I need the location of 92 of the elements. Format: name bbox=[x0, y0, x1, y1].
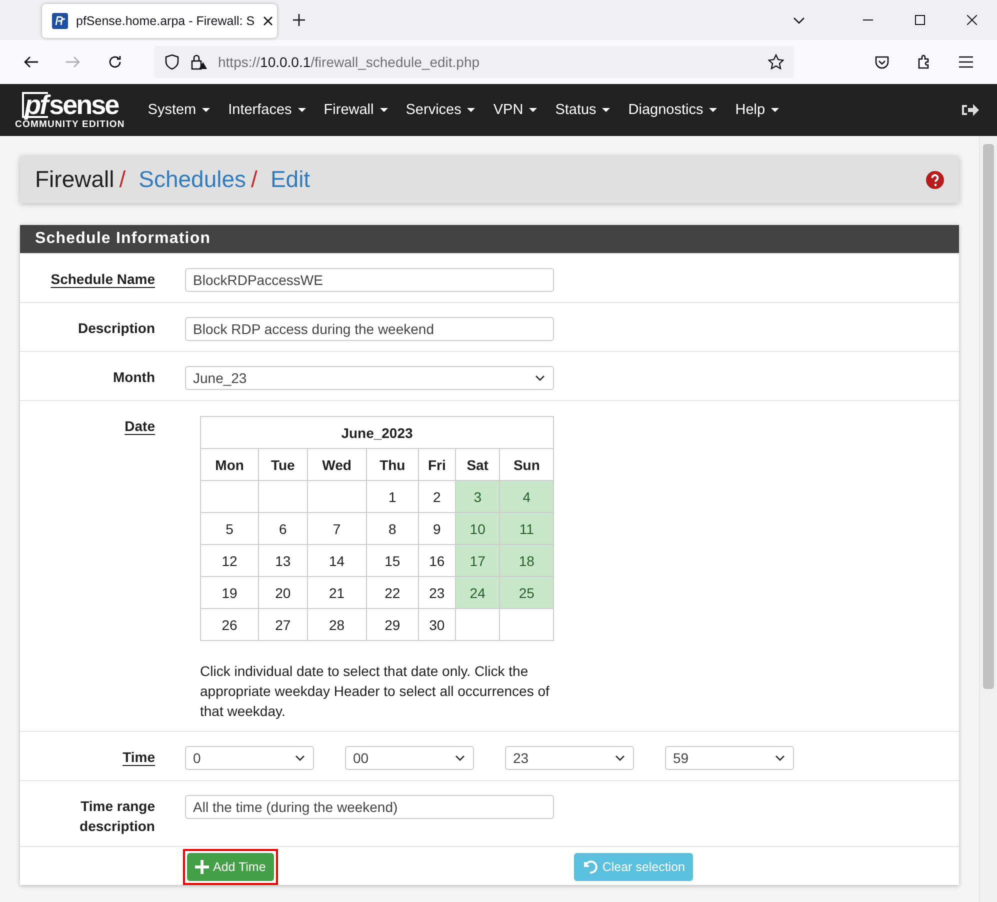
calendar-day[interactable]: 30 bbox=[418, 608, 456, 640]
calendar-day[interactable]: 23 bbox=[418, 576, 456, 608]
field-label: Date bbox=[124, 418, 155, 434]
select-field[interactable]: 23 bbox=[505, 746, 634, 770]
star-icon[interactable] bbox=[768, 54, 784, 70]
weekday-header[interactable]: Wed bbox=[307, 448, 366, 480]
nav-menu-item[interactable]: VPN bbox=[484, 102, 546, 118]
logo-subtitle: COMMUNITY EDITION bbox=[15, 119, 125, 130]
nav-menu-item[interactable]: System bbox=[138, 102, 220, 118]
shield-icon bbox=[164, 54, 180, 70]
help-icon[interactable] bbox=[926, 170, 944, 188]
lock-warning-icon bbox=[190, 54, 208, 70]
weekday-header[interactable]: Tue bbox=[258, 448, 308, 480]
calendar-day[interactable]: 25 bbox=[500, 576, 554, 608]
help-text: Click individual date to select that date only. Click the appropriate weekday Header to select all occurrences of that weekday. bbox=[200, 662, 550, 721]
calendar-day[interactable]: 16 bbox=[418, 544, 456, 576]
chevron-down-icon[interactable] bbox=[793, 16, 805, 24]
menu-icon[interactable] bbox=[959, 56, 973, 68]
calendar-day[interactable]: 18 bbox=[500, 544, 554, 576]
calendar-day[interactable]: 5 bbox=[200, 512, 259, 544]
calendar-title: June_2023 bbox=[200, 416, 554, 448]
breadcrumb-separator: / bbox=[119, 166, 126, 193]
undo-icon bbox=[582, 859, 598, 875]
calendar-day[interactable]: 15 bbox=[366, 544, 418, 576]
nav-menu-item[interactable]: Services bbox=[396, 102, 484, 118]
calendar-day[interactable]: 6 bbox=[258, 512, 308, 544]
pocket-icon[interactable] bbox=[874, 54, 890, 70]
select-field[interactable]: 0 bbox=[185, 746, 314, 770]
chevron-down-icon bbox=[295, 755, 305, 761]
nav-menu-item[interactable]: Firewall bbox=[314, 102, 397, 118]
calendar-day[interactable]: 9 bbox=[418, 512, 456, 544]
calendar-day[interactable]: 19 bbox=[200, 576, 259, 608]
calendar-day[interactable]: 21 bbox=[307, 576, 366, 608]
favicon-icon bbox=[52, 13, 68, 29]
plus-icon bbox=[195, 860, 209, 874]
nav-menu-item[interactable]: Interfaces bbox=[219, 102, 315, 118]
close-icon[interactable] bbox=[967, 15, 977, 25]
calendar-day[interactable]: 13 bbox=[258, 544, 308, 576]
calendar-day[interactable]: 26 bbox=[200, 608, 259, 640]
select-field[interactable]: 00 bbox=[345, 746, 474, 770]
field-label: Time bbox=[122, 749, 155, 765]
reload-icon[interactable] bbox=[107, 54, 123, 70]
calendar-day[interactable]: 7 bbox=[307, 512, 366, 544]
select-field[interactable]: June_23 bbox=[185, 366, 554, 390]
new-tab-icon[interactable] bbox=[293, 14, 305, 26]
text-field[interactable]: BlockRDPaccessWE bbox=[185, 268, 554, 292]
text-field[interactable]: Block RDP access during the weekend bbox=[185, 317, 554, 341]
calendar-day[interactable]: 28 bbox=[307, 608, 366, 640]
weekday-header[interactable]: Mon bbox=[200, 448, 259, 480]
field-label: Description bbox=[78, 320, 155, 336]
maximize-icon[interactable] bbox=[915, 15, 925, 25]
calendar-day[interactable]: 27 bbox=[258, 608, 308, 640]
field-label: Schedule Name bbox=[50, 271, 155, 287]
calendar-day[interactable]: 8 bbox=[366, 512, 418, 544]
calendar-day[interactable]: 1 bbox=[366, 480, 418, 512]
calendar-day[interactable]: 2 bbox=[418, 480, 456, 512]
select-field[interactable]: 59 bbox=[665, 746, 794, 770]
weekday-header[interactable]: Thu bbox=[366, 448, 418, 480]
breadcrumb-text: Firewall bbox=[35, 166, 114, 193]
field-label: Time range description bbox=[80, 798, 155, 834]
calendar-day[interactable]: 22 bbox=[366, 576, 418, 608]
panel-title: Schedule Information bbox=[20, 225, 959, 253]
calendar-day[interactable]: 3 bbox=[455, 480, 500, 512]
logo-mark: pf bbox=[22, 92, 48, 118]
nav-menu-item[interactable]: Status bbox=[546, 102, 620, 118]
calendar-day[interactable]: 12 bbox=[200, 544, 259, 576]
breadcrumb-separator: / bbox=[251, 166, 258, 193]
calendar-day[interactable]: 4 bbox=[500, 480, 554, 512]
weekday-header[interactable]: Fri bbox=[418, 448, 456, 480]
chevron-down-icon bbox=[455, 755, 465, 761]
chevron-down-icon bbox=[535, 375, 545, 381]
close-icon[interactable] bbox=[262, 16, 273, 26]
browser-tab[interactable]: pfSense.home.arpa - Firewall: S bbox=[42, 4, 277, 38]
url-text: https://10.0.0.1/firewall_schedule_edit.php bbox=[218, 54, 481, 70]
address-bar[interactable]: https://10.0.0.1/firewall_schedule_edit.php bbox=[154, 46, 794, 78]
text-field[interactable]: All the time (during the weekend) bbox=[185, 795, 554, 819]
calendar-day[interactable]: 17 bbox=[455, 544, 500, 576]
scrollbar-thumb[interactable] bbox=[983, 144, 994, 689]
chevron-down-icon bbox=[775, 755, 785, 761]
calendar-day[interactable]: 20 bbox=[258, 576, 308, 608]
back-arrow-icon[interactable] bbox=[23, 54, 39, 70]
calendar-day[interactable]: 14 bbox=[307, 544, 366, 576]
nav-menu-item[interactable]: Diagnostics bbox=[619, 102, 726, 118]
logout-icon[interactable] bbox=[961, 102, 979, 118]
logo-text: sense bbox=[49, 92, 118, 118]
calendar-day[interactable]: 10 bbox=[455, 512, 500, 544]
nav-menu-item[interactable]: Help bbox=[726, 102, 788, 118]
calendar-day[interactable]: 11 bbox=[500, 512, 554, 544]
calendar-day[interactable]: 29 bbox=[366, 608, 418, 640]
calendar-day[interactable]: 24 bbox=[455, 576, 500, 608]
chevron-down-icon bbox=[615, 755, 625, 761]
field-label: Month bbox=[113, 369, 155, 385]
